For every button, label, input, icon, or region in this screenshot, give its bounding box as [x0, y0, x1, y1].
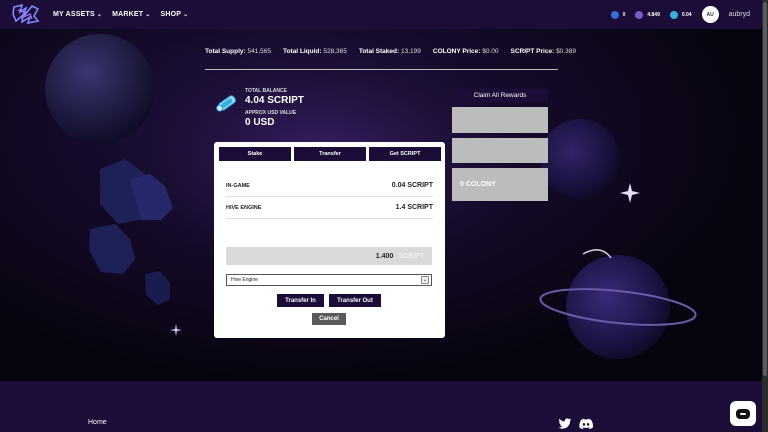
amount-value: 1.400 — [375, 252, 394, 260]
in-game-label: IN-GAME — [226, 183, 250, 189]
chevron-down-icon: ⌄ — [421, 276, 429, 284]
reward-card — [452, 107, 548, 133]
tab-stake[interactable]: Stake — [219, 147, 291, 161]
reward-card — [452, 138, 548, 163]
footer: Home — [0, 381, 762, 432]
stats-divider — [205, 69, 558, 70]
in-game-value: 0.04 SCRIPT — [391, 182, 433, 189]
total-balance-label: TOTAL BALANCE — [245, 88, 287, 94]
balance-script[interactable]: 0.04 — [669, 10, 692, 19]
stat-label: Total Liquid: — [283, 48, 322, 55]
stat-script-price: SCRIPT Price: $0.389 — [511, 48, 576, 55]
stat-value: 541,565 — [247, 48, 272, 55]
reward-card-colony: 0 COLONY — [452, 168, 548, 201]
balance-hive-value: 4.849 — [647, 11, 660, 18]
tab-get-script[interactable]: Get SCRIPT — [369, 147, 441, 161]
nav-my-assets[interactable]: MY ASSETS ⌄ — [53, 11, 102, 18]
destination-select[interactable]: Hive Engine ⌄ — [226, 274, 432, 286]
token-stats: Total Supply: 541,565 Total Liquid: 528,… — [205, 48, 576, 55]
hive-engine-value: 1.4 SCRIPT — [395, 204, 433, 211]
row-divider — [226, 196, 433, 197]
balance-plus-value: 0 — [622, 11, 626, 18]
planet-right-small — [540, 119, 620, 199]
site-logo[interactable] — [12, 4, 40, 24]
in-game-row: IN-GAME 0.04 SCRIPT — [226, 182, 433, 189]
planet-ringed — [566, 255, 670, 359]
chevron-down-icon: ⌄ — [96, 12, 103, 18]
balance-script-value: 0.04 — [681, 11, 692, 18]
destination-select-value: Hive Engine — [231, 277, 258, 283]
amount-unit: SCRIPT — [398, 252, 424, 260]
stat-label: SCRIPT Price: — [510, 48, 555, 55]
balance-summary: TOTAL BALANCE 4.04 SCRIPT APPROX USD VAL… — [245, 88, 304, 128]
chevron-down-icon: ⌄ — [183, 12, 189, 18]
planet-left — [45, 34, 155, 144]
balance-hive[interactable]: 4.849 — [635, 10, 660, 19]
stat-total-liquid: Total Liquid: 528,365 — [283, 48, 347, 55]
tab-transfer[interactable]: Transfer — [294, 147, 366, 161]
claim-all-rewards-button[interactable]: Claim All Rewards — [452, 89, 548, 102]
page-scrollbar[interactable] — [762, 0, 768, 432]
nav-shop[interactable]: SHOP ⌄ — [161, 11, 189, 18]
chat-widget-button[interactable] — [730, 401, 756, 426]
scrollbar-thumb[interactable] — [763, 2, 767, 376]
stat-colony-price: COLONY Price: $0.00 — [433, 48, 499, 55]
chat-bubble-icon — [736, 408, 750, 419]
nav-market-label: MARKET — [112, 11, 144, 18]
script-token-icon — [216, 95, 236, 112]
cancel-button[interactable]: Cancel — [312, 313, 346, 325]
main-menu: MY ASSETS ⌄ MARKET ⌄ SHOP ⌄ — [53, 0, 188, 29]
nav-my-assets-label: MY ASSETS — [53, 11, 95, 18]
stat-value: 528,365 — [323, 48, 347, 55]
hive-engine-label: HIVE ENGINE — [226, 205, 262, 211]
stat-total-staked: Total Staked: 13,199 — [359, 48, 421, 55]
chevron-down-icon: ⌄ — [145, 12, 151, 18]
script-token-icon — [669, 10, 678, 19]
stat-value: $0.00 — [482, 48, 499, 55]
stat-total-supply: Total Supply: 541,565 — [205, 48, 271, 55]
avatar[interactable]: AU — [701, 6, 719, 23]
plus-token-icon — [610, 10, 619, 19]
username[interactable]: aubryd — [729, 11, 750, 18]
usd-value-label: APPROX USD VALUE — [245, 110, 297, 116]
star-sparkle-2 — [170, 324, 182, 336]
footer-home-link[interactable]: Home — [88, 419, 107, 426]
hive-engine-row: HIVE ENGINE 1.4 SCRIPT — [226, 204, 433, 211]
star-sparkle-1 — [620, 183, 640, 203]
card-tabs: Stake Transfer Get SCRIPT — [219, 147, 441, 161]
stat-label: Total Staked: — [358, 48, 400, 55]
nav-shop-label: SHOP — [160, 11, 182, 18]
stat-value: $0.389 — [556, 48, 576, 55]
hive-token-icon — [635, 10, 644, 19]
top-nav: MY ASSETS ⌄ MARKET ⌄ SHOP ⌄ 0 4.849 0.04 AU… — [0, 0, 762, 29]
discord-icon[interactable] — [579, 418, 593, 430]
transfer-card: Stake Transfer Get SCRIPT IN-GAME 0.04 S… — [214, 142, 445, 338]
stat-value: 13,199 — [400, 48, 421, 55]
total-balance-value: 4.04 SCRIPT — [245, 95, 304, 106]
nav-market[interactable]: MARKET ⌄ — [112, 11, 150, 18]
balance-plus[interactable]: 0 — [610, 10, 626, 19]
row-divider — [226, 218, 433, 219]
stat-label: Total Supply: — [205, 48, 246, 55]
nav-right: 0 4.849 0.04 AU aubryd — [610, 0, 750, 29]
stat-label: COLONY Price: — [432, 48, 481, 55]
amount-input[interactable]: 1.400 SCRIPT — [226, 247, 432, 265]
usd-value: 0 USD — [245, 117, 275, 128]
transfer-in-button[interactable]: Transfer In — [277, 294, 324, 307]
twitter-icon[interactable] — [558, 418, 572, 430]
transfer-out-button[interactable]: Transfer Out — [329, 294, 381, 307]
